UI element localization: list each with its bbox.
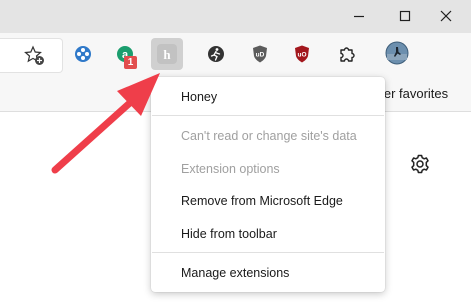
address-bar[interactable]	[0, 38, 63, 73]
extensions-puzzle-icon	[340, 47, 355, 62]
ublock-red-button[interactable]: uO	[287, 39, 317, 69]
close-button[interactable]	[428, 0, 471, 33]
menu-item-site-data: Can't read or change site's data	[181, 129, 357, 143]
menu-item-extension-options: Extension options	[181, 162, 280, 176]
settings-gear-icon[interactable]	[409, 153, 431, 175]
maximize-icon	[399, 10, 411, 22]
extension-runner-button[interactable]	[201, 39, 231, 69]
menu-separator	[152, 252, 384, 253]
ublock-gray-button[interactable]: uD	[245, 39, 275, 69]
extensions-button[interactable]	[332, 39, 362, 69]
svg-text:uD: uD	[256, 52, 265, 59]
menu-item-manage-extensions[interactable]: Manage extensions	[181, 266, 289, 280]
menu-item-remove[interactable]: Remove from Microsoft Edge	[181, 194, 343, 208]
profile-button[interactable]	[382, 38, 412, 68]
ublock-red-icon: uO	[295, 45, 309, 63]
minimize-icon	[354, 15, 364, 18]
close-icon	[440, 10, 452, 22]
menu-item-hide-from-toolbar[interactable]: Hide from toolbar	[181, 227, 277, 241]
browser-toolbar: a 1 h uD uO	[0, 33, 471, 77]
extension-blue-icon	[75, 46, 91, 62]
honey-extension-button[interactable]: h	[151, 38, 183, 70]
extension-green-button[interactable]: a 1	[110, 39, 140, 69]
profile-avatar	[385, 41, 409, 65]
maximize-button[interactable]	[382, 0, 428, 33]
extension-runner-icon	[208, 46, 224, 62]
menu-item-honey[interactable]: Honey	[181, 90, 217, 104]
extension-context-menu: Honey Can't read or change site's data E…	[151, 77, 385, 292]
svg-text:h: h	[163, 47, 171, 62]
title-bar	[0, 0, 471, 33]
extension-badge: 1	[124, 56, 137, 69]
menu-separator	[152, 115, 384, 116]
honey-extension-icon: h	[157, 44, 177, 64]
svg-text:uO: uO	[297, 52, 306, 59]
minimize-button[interactable]	[336, 0, 382, 33]
add-favorite-icon[interactable]	[24, 45, 46, 67]
extension-blue-button[interactable]	[68, 39, 98, 69]
ublock-gray-icon: uD	[253, 45, 267, 63]
